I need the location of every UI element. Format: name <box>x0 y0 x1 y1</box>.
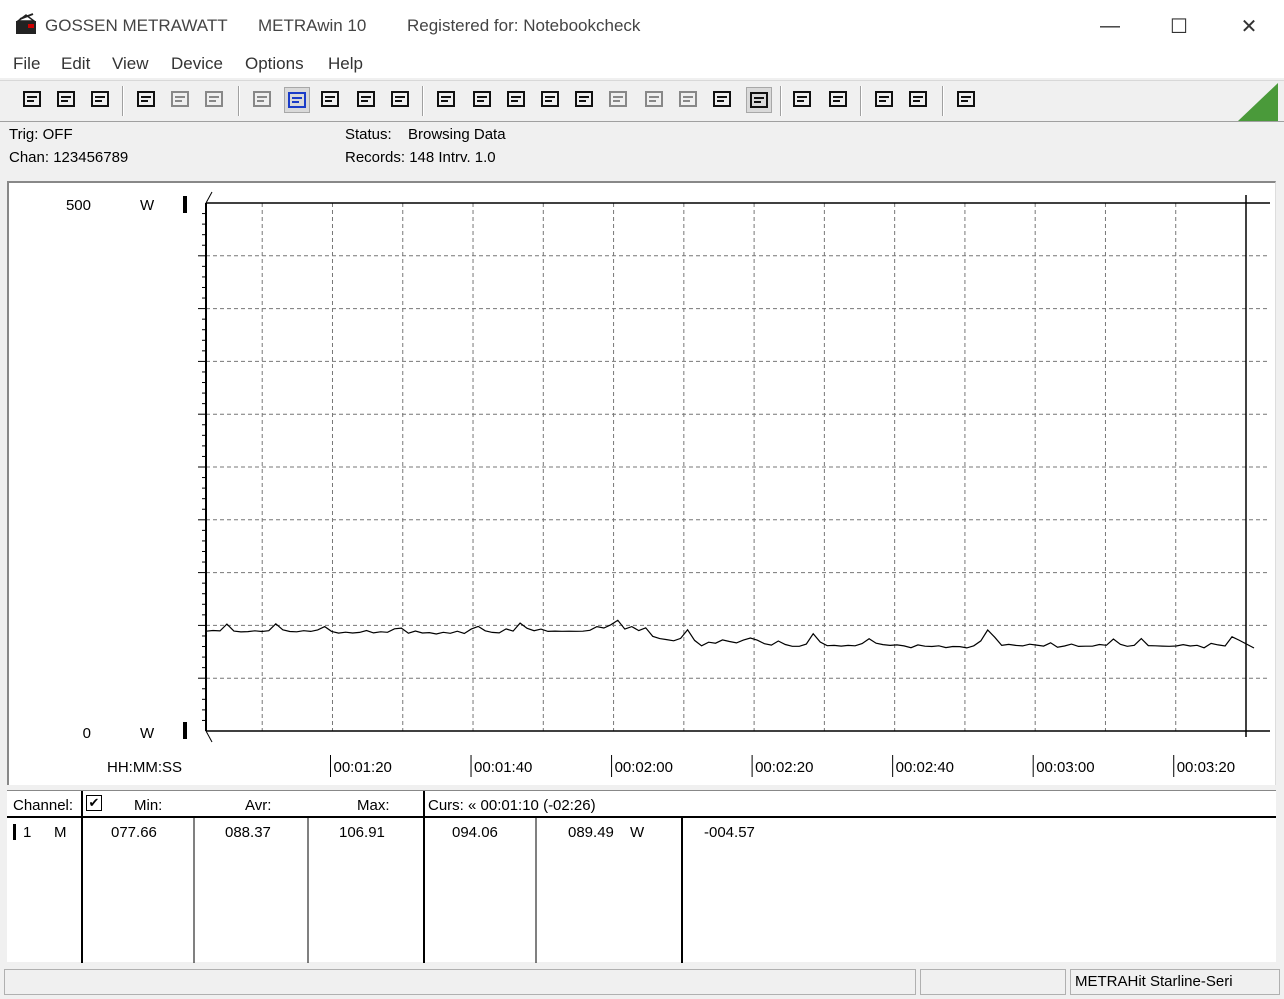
channel-checkbox[interactable]: ✔ <box>86 795 102 811</box>
crosshair-icon[interactable] <box>318 87 344 113</box>
menu-edit[interactable]: Edit <box>61 54 90 74</box>
row-cursor-1: 094.06 <box>452 824 498 841</box>
x-tick-label: 00:02:20 <box>755 759 813 776</box>
title-bar: GOSSEN METRAWATT METRAwin 10 Registered … <box>0 0 1284 52</box>
y-max-label: 500 <box>66 197 91 214</box>
toolbar-separator <box>238 86 240 116</box>
x-tick-label: 00:02:00 <box>615 759 673 776</box>
device-setup-icon[interactable] <box>168 87 194 113</box>
window-registration: Registered for: Notebookcheck <box>407 16 641 35</box>
y-axis-top-marker <box>183 196 187 213</box>
y-min-label: 0 <box>83 725 91 742</box>
save-disk-icon[interactable] <box>20 87 46 113</box>
wave-icon[interactable] <box>642 87 668 113</box>
wave2-icon[interactable] <box>676 87 702 113</box>
row-difference: -004.57 <box>704 824 755 841</box>
x-tick-labels: 00:01:20 00:01:40 00:02:00 00:02:20 00:02:40… <box>329 755 1235 777</box>
x-tick-label: 00:01:20 <box>333 759 391 776</box>
table-view-icon[interactable] <box>354 87 380 113</box>
channel-table: Channel: ✔ Min: Avr: Max: Curs: « 00:01:… <box>7 790 1276 963</box>
menu-file[interactable]: File <box>13 54 40 74</box>
comment-icon[interactable] <box>954 87 980 113</box>
list-icon[interactable] <box>504 87 530 113</box>
monitor-icon[interactable] <box>538 87 564 113</box>
print-preview-icon[interactable] <box>790 87 816 113</box>
header-min: Min: <box>134 797 163 814</box>
menu-view[interactable]: View <box>112 54 149 74</box>
y-axis-bottom-marker <box>183 722 187 739</box>
maximize-icon: ☐ <box>1170 15 1188 38</box>
window-app-name: METRAwin 10 <box>258 16 367 35</box>
x-axis-label: HH:MM:SS <box>107 759 182 776</box>
record-icon[interactable] <box>606 87 632 113</box>
menu-help[interactable]: Help <box>328 54 363 74</box>
minimize-icon: — <box>1100 14 1120 37</box>
minimize-button[interactable]: — <box>1085 8 1135 44</box>
status-label: Status: <box>345 126 392 143</box>
power-series-line <box>205 619 1255 649</box>
waveform-view-icon[interactable] <box>284 87 310 113</box>
header-max: Max: <box>357 797 390 814</box>
row-min: 077.66 <box>111 824 157 841</box>
x-tick-label: 00:03:00 <box>1036 759 1094 776</box>
row-max: 106.91 <box>339 824 385 841</box>
trigger-icon[interactable] <box>710 87 736 113</box>
close-icon: ✕ <box>1240 15 1258 38</box>
menu-device[interactable]: Device <box>171 54 223 74</box>
toolbar-separator <box>860 86 862 116</box>
header-channel: Channel: <box>13 797 74 814</box>
zoom-icon[interactable] <box>872 87 898 113</box>
print-icon[interactable] <box>826 87 852 113</box>
chart-panel: 500 W 0 W HH:MM:SS 00:01:20 00:01:40 00:02… <box>7 181 1276 785</box>
save-as-disk-icon[interactable] <box>54 87 80 113</box>
status-bar: METRAHit Starline-Seri <box>0 967 1284 999</box>
status-panel-main <box>4 969 916 995</box>
corner-triangle-icon <box>1238 83 1278 121</box>
y-unit-top: W <box>140 197 155 214</box>
import-icon[interactable] <box>470 87 496 113</box>
y-unit-bottom: W <box>140 725 155 742</box>
bar-view-icon[interactable] <box>388 87 414 113</box>
timer-icon[interactable] <box>746 87 772 113</box>
row-unit: W <box>630 824 645 841</box>
y-axis-bottom-tick <box>205 730 213 743</box>
export-icon[interactable] <box>434 87 460 113</box>
menu-options[interactable]: Options <box>245 54 304 74</box>
device-read-icon[interactable] <box>202 87 228 113</box>
toolbar-separator <box>942 86 944 116</box>
device-connect-icon[interactable] <box>134 87 160 113</box>
maximize-button[interactable]: ☐ <box>1154 8 1204 44</box>
function-icon[interactable] <box>572 87 598 113</box>
x-tick-label: 00:03:20 <box>1177 759 1235 776</box>
row-avr: 088.37 <box>225 824 271 841</box>
channel-table-lines <box>7 791 1276 963</box>
toolbar-separator <box>422 86 424 116</box>
display-icon[interactable] <box>250 87 276 113</box>
y-axis-top-tick <box>205 191 213 204</box>
window-company: GOSSEN METRAWATT <box>45 16 228 35</box>
toolbar-separator <box>780 86 782 116</box>
x-tick-label: 00:02:40 <box>896 759 954 776</box>
toolbar <box>0 80 1284 122</box>
channel-list: Chan: 123456789 <box>9 149 129 166</box>
header-avr: Avr: <box>245 797 272 814</box>
close-button[interactable]: ✕ <box>1224 8 1274 44</box>
chart-grid <box>206 203 1270 731</box>
row-channel-number: 1 <box>23 824 32 841</box>
power-chart[interactable]: 500 W 0 W HH:MM:SS 00:01:20 00:01:40 00:02… <box>9 183 1275 783</box>
toolbar-separator <box>122 86 124 116</box>
status-value: Browsing Data <box>408 126 506 143</box>
header-cursor: Curs: « 00:01:10 (-02:26) <box>428 797 596 814</box>
row-cursor-2: 089.49 <box>568 824 614 841</box>
open-folder-icon[interactable] <box>88 87 114 113</box>
row-channel-mode: M <box>54 824 67 841</box>
zoom-area-icon[interactable] <box>906 87 932 113</box>
app-logo-icon <box>15 13 37 34</box>
x-tick-label: 00:01:40 <box>474 759 532 776</box>
menu-bar: File Edit View Device Options Help <box>0 52 1284 78</box>
status-panel-mid <box>920 969 1066 995</box>
records-info: Records: 148 Intrv. 1.0 <box>345 149 496 166</box>
status-device: METRAHit Starline-Seri <box>1070 969 1280 995</box>
trigger-status: Trig: OFF <box>9 126 73 143</box>
